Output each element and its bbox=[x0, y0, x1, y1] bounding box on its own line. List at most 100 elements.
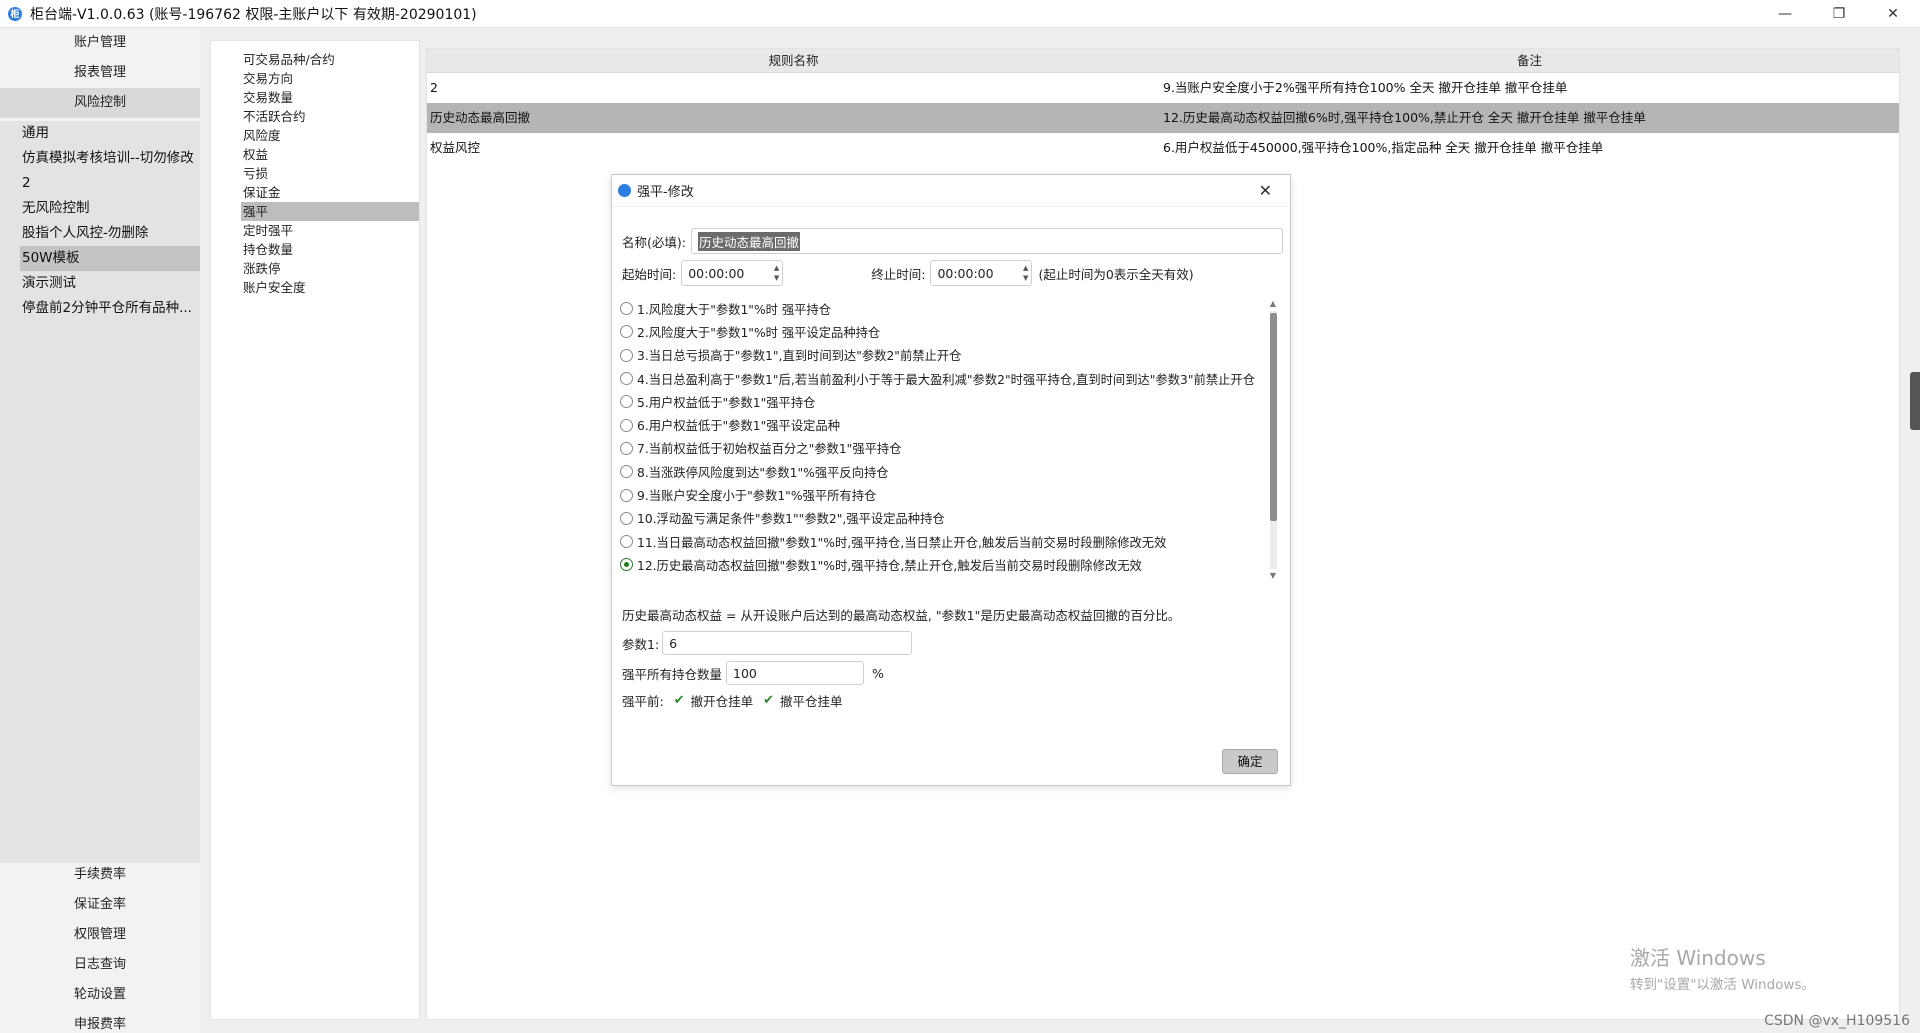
scroll-down-icon[interactable]: ▼ bbox=[1268, 571, 1278, 581]
spinner-arrows-icon[interactable]: ▲ ▼ bbox=[774, 263, 779, 283]
template-item[interactable]: 停盘前2分钟平仓所有品种... bbox=[0, 296, 200, 321]
close-button[interactable]: ✕ bbox=[1866, 0, 1920, 28]
nav-rotation-settings[interactable]: 轮动设置 bbox=[0, 980, 200, 1010]
before-force-close-label: 强平前: bbox=[622, 694, 664, 709]
column-header-rule-name[interactable]: 规则名称 bbox=[427, 49, 1160, 72]
rule-option[interactable]: 2.风险度大于"参数1"%时 强平设定品种持仓 bbox=[620, 320, 1260, 343]
template-item-selected[interactable]: 50W模板 bbox=[20, 246, 200, 271]
name-input-value: 历史动态最高回撤 bbox=[697, 231, 800, 251]
minimize-button[interactable]: — bbox=[1758, 0, 1812, 28]
rule-option[interactable]: 11.当日最高动态权益回撤"参数1"%时,强平持仓,当日禁止开仓,触发后当前交易… bbox=[620, 530, 1260, 553]
table-row[interactable]: 权益风控 6.用户权益低于450000,强平持仓100%,指定品种 全天 撤开仓… bbox=[427, 133, 1899, 163]
qty-label: 强平所有持仓数量 bbox=[622, 666, 723, 682]
dialog-close-icon[interactable]: ✕ bbox=[1259, 181, 1272, 200]
template-item[interactable]: 仿真模拟考核培训--切勿修改 bbox=[0, 146, 200, 171]
scroll-up-icon[interactable]: ▲ bbox=[1268, 299, 1278, 309]
nav-margin-rate[interactable]: 保证金率 bbox=[0, 890, 200, 920]
category-item[interactable]: 涨跌停 bbox=[211, 259, 419, 278]
template-item[interactable]: 2 bbox=[0, 171, 200, 196]
radio-button[interactable] bbox=[620, 488, 633, 502]
category-item[interactable]: 亏损 bbox=[211, 164, 419, 183]
category-item[interactable]: 定时强平 bbox=[211, 221, 419, 240]
rule-option[interactable]: 5.用户权益低于"参数1"强平持仓 bbox=[620, 390, 1260, 413]
rule-option-label: 11.当日最高动态权益回撤"参数1"%时,强平持仓,当日禁止开仓,触发后当前交易… bbox=[637, 535, 1167, 550]
rule-option[interactable]: 4.当日总盈利高于"参数1"后,若当前盈利小于等于最大盈利减"参数2"时强平持仓… bbox=[620, 367, 1260, 390]
template-item[interactable]: 通用 bbox=[0, 121, 200, 146]
param1-input[interactable]: 6 bbox=[662, 631, 913, 655]
radio-button[interactable] bbox=[620, 441, 633, 455]
radio-button[interactable] bbox=[620, 418, 633, 432]
template-item[interactable]: 演示测试 bbox=[0, 271, 200, 296]
category-item-selected[interactable]: 强平 bbox=[241, 202, 419, 221]
rule-option-label: 6.用户权益低于"参数1"强平设定品种 bbox=[637, 419, 841, 434]
radio-button[interactable] bbox=[620, 325, 633, 339]
nav-risk-control[interactable]: 风险控制 bbox=[0, 88, 200, 118]
rule-option-label: 9.当账户安全度小于"参数1"%强平所有持仓 bbox=[637, 489, 877, 504]
nav-report-management[interactable]: 报表管理 bbox=[0, 58, 200, 88]
confirm-button[interactable]: 确定 bbox=[1222, 749, 1278, 774]
radio-button[interactable] bbox=[620, 395, 633, 409]
rule-option-label: 3.当日总亏损高于"参数1",直到时间到达"参数2"前禁止开仓 bbox=[637, 349, 962, 364]
rule-option[interactable]: 9.当账户安全度小于"参数1"%强平所有持仓 bbox=[620, 483, 1260, 506]
qty-input[interactable]: 100 bbox=[726, 661, 865, 685]
cancel-open-orders-checkbox[interactable]: ✔ 撤开仓挂单 bbox=[674, 691, 753, 710]
option-list-scrollbar[interactable]: ▲ ▼ bbox=[1268, 299, 1278, 581]
spinner-arrows-icon[interactable]: ▲ ▼ bbox=[1023, 263, 1028, 283]
rule-option-list: 1.风险度大于"参数1"%时 强平持仓 2.风险度大于"参数1"%时 强平设定品… bbox=[620, 297, 1260, 577]
template-item[interactable]: 股指个人风控-勿删除 bbox=[0, 221, 200, 246]
category-item[interactable]: 权益 bbox=[211, 145, 419, 164]
category-item[interactable]: 风险度 bbox=[211, 126, 419, 145]
rule-option-selected[interactable]: 12.历史最高动态权益回撤"参数1"%时,强平持仓,禁止开仓,触发后当前交易时段… bbox=[620, 553, 1260, 576]
rule-option-label: 8.当涨跌停风险度到达"参数1"%强平反向持仓 bbox=[637, 465, 889, 480]
category-item[interactable]: 交易方向 bbox=[211, 69, 419, 88]
end-time-value: 00:00:00 bbox=[937, 265, 994, 281]
force-close-edit-dialog: 强平-修改 ✕ 名称(必填): 历史动态最高回撤 起始时间: 00:00:00 … bbox=[611, 174, 1291, 786]
rule-option[interactable]: 3.当日总亏损高于"参数1",直到时间到达"参数2"前禁止开仓 bbox=[620, 344, 1260, 367]
maximize-button[interactable]: ❐ bbox=[1812, 0, 1866, 28]
radio-button-selected[interactable] bbox=[620, 558, 633, 572]
radio-button[interactable] bbox=[620, 465, 633, 479]
check-icon: ✔ bbox=[763, 693, 775, 708]
category-item[interactable]: 交易数量 bbox=[211, 88, 419, 107]
radio-button[interactable] bbox=[620, 535, 633, 549]
table-row[interactable]: 2 9.当账户安全度小于2%强平所有持仓100% 全天 撤开仓挂单 撤平仓挂单 bbox=[427, 73, 1899, 103]
end-time-spinner[interactable]: 00:00:00 ▲ ▼ bbox=[930, 260, 1033, 286]
cancel-close-orders-checkbox[interactable]: ✔ 撤平仓挂单 bbox=[763, 691, 842, 710]
nav-permission-management[interactable]: 权限管理 bbox=[0, 920, 200, 950]
nav-account-management[interactable]: 账户管理 bbox=[0, 28, 200, 58]
column-header-note[interactable]: 备注 bbox=[1160, 49, 1899, 72]
radio-button[interactable] bbox=[620, 302, 633, 316]
start-time-spinner[interactable]: 00:00:00 ▲ ▼ bbox=[681, 260, 784, 286]
category-item[interactable]: 不活跃合约 bbox=[211, 107, 419, 126]
nav-commission-rate[interactable]: 手续费率 bbox=[0, 860, 200, 890]
radio-button[interactable] bbox=[620, 511, 633, 525]
category-item[interactable]: 持仓数量 bbox=[211, 240, 419, 259]
rule-option[interactable]: 1.风险度大于"参数1"%时 强平持仓 bbox=[620, 297, 1260, 320]
rule-category-panel: 可交易品种/合约 交易方向 交易数量 不活跃合约 风险度 权益 亏损 保证金 强… bbox=[210, 40, 420, 1020]
window-title: 柜台端-V1.0.0.63 (账号-196762 权限-主账户以下 有效期-20… bbox=[30, 6, 477, 23]
rule-option-label: 2.风险度大于"参数1"%时 强平设定品种持仓 bbox=[637, 325, 881, 340]
side-dock-handle[interactable] bbox=[1910, 372, 1920, 430]
rule-option[interactable]: 6.用户权益低于"参数1"强平设定品种 bbox=[620, 413, 1260, 436]
rule-option[interactable]: 10.浮动盈亏满足条件"参数1""参数2",强平设定品种持仓 bbox=[620, 507, 1260, 530]
scroll-thumb[interactable] bbox=[1270, 313, 1277, 521]
category-item[interactable]: 保证金 bbox=[211, 183, 419, 202]
rule-option[interactable]: 7.当前权益低于初始权益百分之"参数1"强平持仓 bbox=[620, 437, 1260, 460]
name-label: 名称(必填): bbox=[622, 234, 686, 250]
name-input[interactable]: 历史动态最高回撤 bbox=[690, 228, 1283, 254]
template-item[interactable]: 无风险控制 bbox=[0, 196, 200, 221]
nav-log-query[interactable]: 日志查询 bbox=[0, 950, 200, 980]
rule-option-label: 4.当日总盈利高于"参数1"后,若当前盈利小于等于最大盈利减"参数2"时强平持仓… bbox=[637, 372, 1256, 387]
rule-option[interactable]: 8.当涨跌停风险度到达"参数1"%强平反向持仓 bbox=[620, 460, 1260, 483]
qty-value: 100 bbox=[733, 665, 757, 681]
category-item[interactable]: 可交易品种/合约 bbox=[211, 50, 419, 69]
nav-declaration-fee[interactable]: 申报费率 bbox=[0, 1010, 200, 1033]
app-logo-icon: 柜 bbox=[8, 6, 22, 21]
checkbox-label: 撤开仓挂单 bbox=[690, 694, 754, 709]
category-item[interactable]: 账户安全度 bbox=[211, 278, 419, 297]
time-hint: (起止时间为0表示全天有效) bbox=[1038, 266, 1194, 282]
radio-button[interactable] bbox=[620, 348, 633, 362]
table-row-selected[interactable]: 历史动态最高回撤 12.历史最高动态权益回撤6%时,强平持仓100%,禁止开仓 … bbox=[427, 103, 1899, 133]
radio-button[interactable] bbox=[620, 372, 633, 386]
checkbox-label: 撤平仓挂单 bbox=[780, 694, 843, 709]
